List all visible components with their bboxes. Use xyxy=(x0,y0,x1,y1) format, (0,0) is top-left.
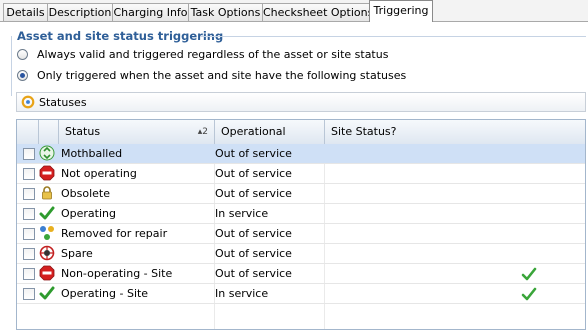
recycle-icon xyxy=(39,145,55,161)
row-checkbox[interactable] xyxy=(23,148,35,160)
row-checkbox[interactable] xyxy=(23,208,35,220)
tab-task-options[interactable]: Task Options xyxy=(188,3,263,21)
site-status-check-icon xyxy=(521,267,537,281)
sort-ascending-icon: ▴2 xyxy=(197,127,208,137)
table-row[interactable]: Operating In service xyxy=(17,204,585,224)
section-frame xyxy=(11,36,587,96)
row-status: Obsolete xyxy=(61,187,111,200)
table-row[interactable]: Obsolete Out of service xyxy=(17,184,585,204)
radio-always-row[interactable]: Always valid and triggered regardless of… xyxy=(17,46,388,62)
parts-icon xyxy=(40,226,54,240)
section-title: Asset and site status triggering xyxy=(17,29,224,43)
radio-always-label[interactable]: Always valid and triggered regardless of… xyxy=(37,48,388,61)
header-operational-label: Operational xyxy=(221,125,286,138)
row-operational: Out of service xyxy=(215,267,292,280)
header-operational[interactable]: Operational xyxy=(215,120,325,144)
row-operational: Out of service xyxy=(215,167,292,180)
tab-bar: Details Description Charging Info Task O… xyxy=(0,0,588,22)
row-operational: In service xyxy=(215,287,269,300)
radio-only-row[interactable]: Only triggered when the asset and site h… xyxy=(17,67,406,83)
row-checkbox[interactable] xyxy=(23,268,35,280)
row-checkbox[interactable] xyxy=(23,228,35,240)
row-status: Operating - Site xyxy=(61,287,149,300)
tab-details[interactable]: Details xyxy=(3,3,48,21)
row-status: Mothballed xyxy=(61,147,123,160)
row-status: Non-operating - Site xyxy=(61,267,173,280)
row-operational: In service xyxy=(215,207,269,220)
table-row[interactable]: Operating - Site In service xyxy=(17,284,585,304)
header-site-status[interactable]: Site Status? xyxy=(325,120,585,144)
triggering-panel: Asset and site status triggering Always … xyxy=(0,22,588,335)
status-grid: Status ▴2 Operational Site Status? Mothb… xyxy=(16,119,586,330)
row-status: Spare xyxy=(61,247,93,260)
padlock-icon xyxy=(42,186,52,200)
section-divider xyxy=(200,36,586,37)
table-row[interactable]: Spare Out of service xyxy=(17,244,585,264)
row-operational: Out of service xyxy=(215,227,292,240)
header-status-label: Status xyxy=(65,125,101,138)
table-row[interactable]: Not operating Out of service xyxy=(17,164,585,184)
row-checkbox[interactable] xyxy=(23,168,35,180)
row-checkbox[interactable] xyxy=(23,288,35,300)
radio-only[interactable] xyxy=(17,69,28,81)
green-check-icon xyxy=(39,286,55,300)
row-status: Operating xyxy=(61,207,116,220)
tab-checksheet-options[interactable]: Checksheet Options xyxy=(262,3,373,21)
row-status: Not operating xyxy=(61,167,137,180)
row-operational: Out of service xyxy=(215,187,292,200)
row-checkbox[interactable] xyxy=(23,248,35,260)
grid-header: Status ▴2 Operational Site Status? xyxy=(17,120,585,145)
header-check-column[interactable] xyxy=(17,120,39,144)
site-status-check-icon xyxy=(521,287,537,301)
header-site-status-label: Site Status? xyxy=(331,125,397,138)
statuses-icon xyxy=(21,95,35,109)
row-operational: Out of service xyxy=(215,247,292,260)
tab-charging-info[interactable]: Charging Info xyxy=(112,3,189,21)
header-icon-column[interactable] xyxy=(39,120,59,144)
wheel-icon xyxy=(39,245,55,261)
row-checkbox[interactable] xyxy=(23,188,35,200)
tab-triggering[interactable]: Triggering xyxy=(369,0,433,22)
table-row[interactable]: Removed for repair Out of service xyxy=(17,224,585,244)
stop-sign-icon xyxy=(39,165,55,181)
row-operational: Out of service xyxy=(215,147,292,160)
stop-sign-icon xyxy=(39,265,55,281)
header-status[interactable]: Status ▴2 xyxy=(59,120,215,144)
tab-description[interactable]: Description xyxy=(47,3,113,21)
table-row[interactable]: Mothballed Out of service xyxy=(17,144,585,164)
radio-always[interactable] xyxy=(17,48,28,60)
table-row[interactable]: Non-operating - Site Out of service xyxy=(17,264,585,284)
statuses-header: Statuses xyxy=(16,92,586,112)
row-status: Removed for repair xyxy=(61,227,168,240)
statuses-label: Statuses xyxy=(39,95,87,109)
radio-only-label[interactable]: Only triggered when the asset and site h… xyxy=(37,69,406,82)
green-check-icon xyxy=(39,206,55,220)
